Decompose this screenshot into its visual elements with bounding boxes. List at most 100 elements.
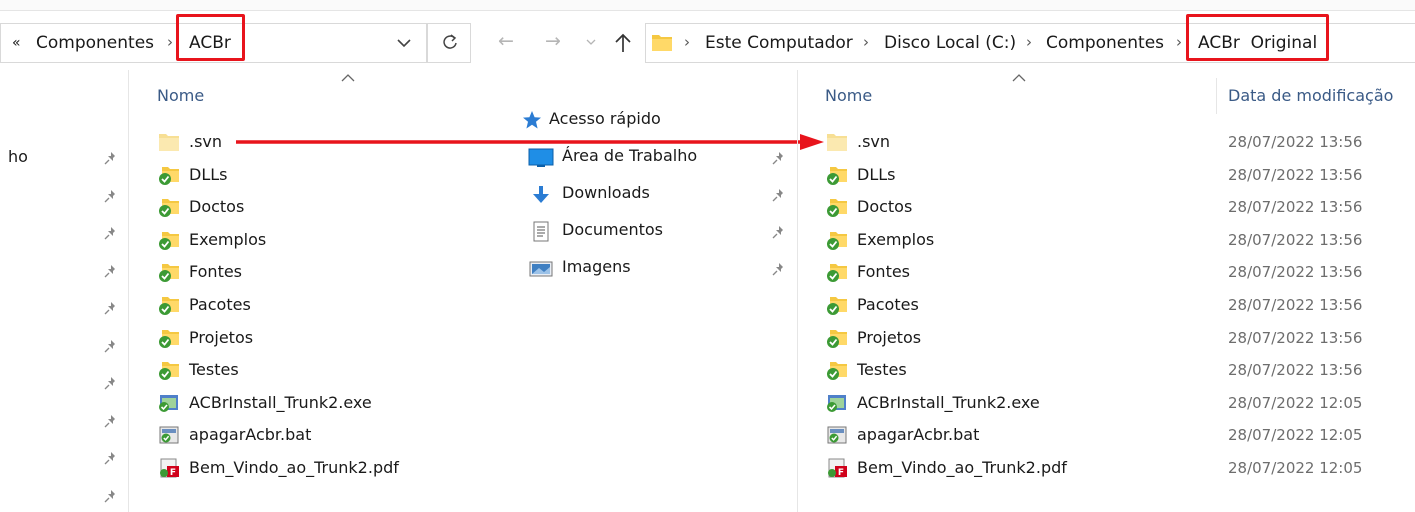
pin-icon[interactable] (104, 413, 118, 427)
breadcrumb-overflow[interactable]: « (12, 35, 21, 51)
pin-icon[interactable] (104, 150, 118, 165)
desktop-icon (528, 147, 554, 167)
column-divider (1216, 78, 1217, 114)
pin-icon[interactable] (772, 261, 786, 276)
left-file-row-name[interactable]: Bem_Vindo_ao_Trunk2.pdf (189, 458, 399, 477)
left-file-row-name[interactable]: Projetos (189, 328, 253, 347)
quick-access-item[interactable]: Downloads (562, 183, 650, 202)
right-file-row-name[interactable]: Pacotes (857, 295, 919, 314)
right-file-row-name[interactable]: ACBrInstall_Trunk2.exe (857, 393, 1040, 412)
pin-icon[interactable] (104, 450, 118, 465)
folder-synced-icon (826, 197, 848, 218)
exe-file-icon (158, 393, 180, 413)
right-file-row-name[interactable]: Exemplos (857, 230, 934, 249)
left-file-row-name[interactable]: Testes (189, 360, 239, 379)
left-file-row-name[interactable]: Exemplos (189, 230, 266, 249)
pin-icon[interactable] (772, 224, 786, 239)
folder-synced-icon (158, 165, 180, 185)
folder-synced-icon (826, 230, 848, 250)
back-arrow-icon[interactable]: ← (498, 30, 514, 52)
svg-text:F: F (170, 468, 176, 478)
right-column-name-header[interactable]: Nome (825, 86, 872, 105)
right-file-row-date: 28/07/2022 13:56 (1228, 165, 1363, 184)
left-folder-highlight (176, 14, 245, 61)
chevron-right-icon[interactable]: › (1176, 33, 1182, 51)
right-file-row-name[interactable]: .svn (857, 132, 890, 151)
pin-icon[interactable] (104, 375, 118, 390)
left-file-row-name[interactable]: Doctos (189, 197, 244, 216)
downloads-icon (528, 184, 554, 204)
up-arrow-icon[interactable] (613, 32, 633, 54)
right-folder-highlight (1186, 14, 1329, 61)
folder-synced-icon (826, 165, 848, 185)
pin-icon[interactable] (104, 300, 118, 315)
svg-text:F: F (838, 468, 844, 478)
left-window-top-edge (0, 0, 478, 11)
folder-synced-icon (158, 197, 180, 218)
right-file-row-name[interactable]: Bem_Vindo_ao_Trunk2.pdf (857, 458, 1067, 477)
refresh-icon (443, 34, 457, 49)
star-icon (523, 111, 541, 129)
pdf-file-icon: F (158, 458, 180, 478)
left-column-name-header[interactable]: Nome (157, 86, 204, 105)
right-file-row-date: 28/07/2022 13:56 (1228, 361, 1363, 380)
pin-icon[interactable] (104, 338, 118, 352)
quick-access-item[interactable]: Área de Trabalho (562, 146, 697, 165)
right-file-row-name[interactable]: apagarAcbr.bat (857, 425, 979, 444)
sort-ascending-icon[interactable] (1012, 74, 1026, 82)
left-file-row-name[interactable]: DLLs (189, 165, 227, 184)
chevron-right-icon[interactable]: › (167, 33, 173, 51)
right-file-row-date: 28/07/2022 13:56 (1228, 296, 1363, 314)
left-breadcrumb-componentes[interactable]: Componentes (36, 33, 154, 53)
right-pane-divider (797, 70, 798, 512)
right-file-row-name[interactable]: DLLs (857, 165, 895, 184)
right-file-row-name[interactable]: Fontes (857, 262, 910, 281)
recent-locations-chevron-icon[interactable] (586, 39, 596, 47)
images-icon (528, 258, 554, 278)
right-file-row-date: 28/07/2022 13:56 (1228, 198, 1363, 217)
chevron-right-icon[interactable]: › (863, 33, 869, 51)
folder-plain-icon (158, 132, 180, 152)
sort-ascending-icon[interactable] (341, 74, 355, 82)
chevron-right-icon[interactable]: › (1026, 33, 1032, 51)
folder-synced-icon (158, 262, 180, 283)
right-file-row-name[interactable]: Doctos (857, 197, 912, 216)
pin-icon[interactable] (104, 488, 118, 502)
left-file-row-name[interactable]: Fontes (189, 262, 242, 281)
right-breadcrumb-este-computador[interactable]: Este Computador (705, 33, 853, 53)
quick-access-item[interactable]: Imagens (562, 257, 631, 276)
right-file-row-date: 28/07/2022 12:05 (1228, 426, 1363, 445)
exe-file-icon (826, 393, 848, 413)
folder-synced-icon (826, 295, 848, 315)
right-breadcrumb-componentes[interactable]: Componentes (1046, 33, 1164, 53)
folder-synced-icon (158, 328, 180, 348)
right-window-top-edge (478, 0, 1415, 11)
chevron-right-icon[interactable]: › (684, 33, 690, 51)
right-column-date-header[interactable]: Data de modificação (1228, 86, 1393, 105)
right-file-row-name[interactable]: Projetos (857, 328, 921, 347)
pin-icon[interactable] (104, 225, 118, 240)
pdf-file-icon: F (826, 458, 848, 478)
left-file-row-name[interactable]: ACBrInstall_Trunk2.exe (189, 393, 372, 412)
pin-icon[interactable] (104, 188, 118, 202)
chevron-down-icon[interactable] (396, 37, 412, 49)
folder-synced-icon (826, 360, 848, 381)
right-breadcrumb-disco-local[interactable]: Disco Local (C:) (884, 33, 1016, 53)
quick-access-item[interactable]: Documentos (562, 220, 663, 239)
right-file-row-name[interactable]: Testes (857, 360, 907, 379)
documents-icon (528, 221, 554, 242)
left-file-row-name[interactable]: Pacotes (189, 295, 251, 314)
left-file-row-name[interactable]: .svn (189, 132, 222, 151)
pin-icon[interactable] (772, 150, 786, 165)
folder-plain-icon (826, 132, 848, 152)
left-file-row-name[interactable]: apagarAcbr.bat (189, 425, 311, 444)
folder-synced-icon (158, 230, 180, 250)
nav-pane-partial-label[interactable]: ho (8, 147, 28, 166)
folder-synced-icon (826, 262, 848, 283)
right-file-row-date: 28/07/2022 13:56 (1228, 133, 1363, 151)
pin-icon[interactable] (772, 187, 786, 202)
forward-arrow-icon[interactable]: → (545, 30, 561, 52)
bat-file-icon (158, 425, 180, 445)
quick-access-header[interactable]: Acesso rápido (549, 109, 661, 128)
pin-icon[interactable] (104, 263, 118, 277)
